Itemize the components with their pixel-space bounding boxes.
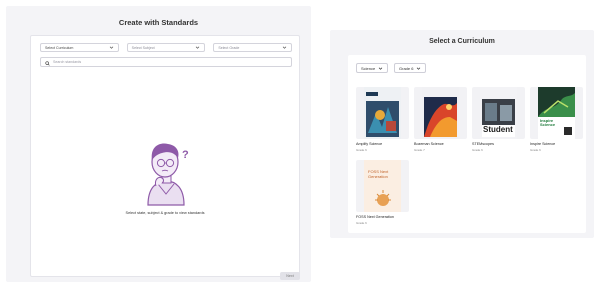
chevron-down-icon [195,45,200,50]
foss-cover: FOSS Next Generation [364,160,401,212]
grade-select[interactable]: Select Grade [213,43,293,52]
curriculum-title: Bozeman Science [414,142,444,146]
search-standards-field[interactable] [40,57,292,67]
thinking-person-illustration: ? [138,136,194,206]
grade-filter-label: Grade 6 [399,65,414,71]
grade-select-label: Select Grade [218,45,240,50]
curriculum-title: Inspire Science [530,142,556,146]
subject-filter-label: Science [361,65,376,71]
curriculum-bozeman-science[interactable]: Bozeman Science Grade 7 [414,87,467,153]
page-title: Create with Standards [118,18,199,27]
curriculum-inspire-science[interactable]: Inspire Science Inspire Science Grade 6 [530,87,583,153]
grade-filter-select[interactable]: Grade 6 [394,63,427,73]
filter-row: Select Curriculum Select Subject Select … [40,43,293,52]
inspire-science-cover: Inspire Science [538,87,575,139]
standards-card: Select Curriculum Select Subject Select … [30,35,300,277]
inspire-science-cover-label: Inspire Science [540,118,556,128]
stemscopes-cover-label: Student [483,125,513,134]
chevron-down-icon [282,45,287,50]
curriculum-grade: Grade 6 [356,148,367,152]
search-icon [45,53,50,71]
bozeman-science-cover [422,87,459,139]
next-button[interactable]: Next [280,272,300,280]
subject-select-label: Select Subject [131,45,155,50]
subject-filter-select[interactable]: Science [356,63,389,73]
create-with-standards-panel: Create with Standards Select Curriculum … [6,6,311,282]
subject-select[interactable]: Select Subject [126,43,206,52]
panel-title: Select a Curriculum [429,38,495,45]
stemscopes-cover: Student [480,87,517,139]
chevron-down-icon [109,45,114,50]
curriculum-grade: Grade 7 [414,148,425,152]
chevron-down-icon [378,66,383,71]
foss-cover-label: FOSS Next Generation [368,169,389,179]
curriculum-title: Amplify Science [356,142,383,146]
curriculum-grade: Grade 6 [356,221,367,225]
curriculum-select-label: Select Curriculum [45,45,74,50]
curriculum-grade: Grade 6 [472,148,483,152]
svg-text:?: ? [182,149,189,161]
select-curriculum-panel: Select a Curriculum Science Grade 6 Ampl… [330,30,594,238]
curriculum-foss-next-generation[interactable]: FOSS Next Generation FOSS Next Generatio… [356,160,409,226]
curriculum-amplify-science[interactable]: Amplify Science Grade 6 [356,87,409,153]
search-input[interactable] [53,60,287,64]
curriculum-grade: Grade 6 [530,148,541,152]
curriculum-card: Science Grade 6 Amplify Science Grade 6 … [348,55,586,233]
chevron-down-icon [416,66,421,71]
curriculum-select[interactable]: Select Curriculum [40,43,119,52]
empty-state-message: Select state, subject & grade to view st… [125,211,205,215]
curriculum-title: STEMscopes [472,142,494,146]
amplify-science-cover [364,87,401,139]
curriculum-stemscopes[interactable]: Student STEMscopes Grade 6 [472,87,525,153]
curriculum-title: FOSS Next Generation [356,215,394,219]
